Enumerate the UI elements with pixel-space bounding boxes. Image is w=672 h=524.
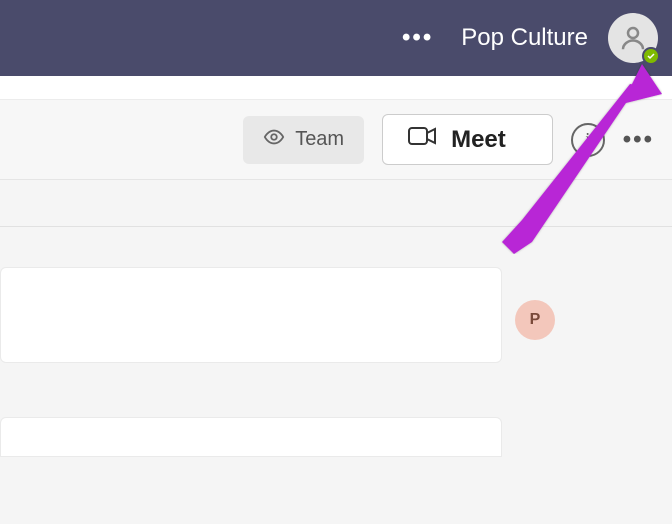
channel-toolbar: Team Meet i ••• [0,100,672,180]
toolbar-more-button[interactable]: ••• [623,126,654,154]
app-header: ••• Pop Culture [0,0,672,76]
participant-avatar[interactable]: P [515,300,555,340]
messages-area: P [0,180,672,457]
message-card[interactable]: P [0,267,502,363]
participant-initial: P [530,311,541,329]
meet-button-label: Meet [451,126,506,154]
header-more-button[interactable]: ••• [394,18,441,58]
divider [0,226,672,227]
team-button-label: Team [295,128,344,151]
message-card[interactable] [0,417,502,457]
profile-avatar-button[interactable] [608,13,658,63]
video-icon [407,125,437,154]
info-icon: i [585,129,590,150]
header-title: Pop Culture [461,24,588,52]
meet-button[interactable]: Meet [382,114,553,165]
team-button[interactable]: Team [243,116,364,164]
spacer [0,76,672,100]
info-button[interactable]: i [571,123,605,157]
eye-icon [263,126,285,154]
presence-badge-available [642,47,660,65]
